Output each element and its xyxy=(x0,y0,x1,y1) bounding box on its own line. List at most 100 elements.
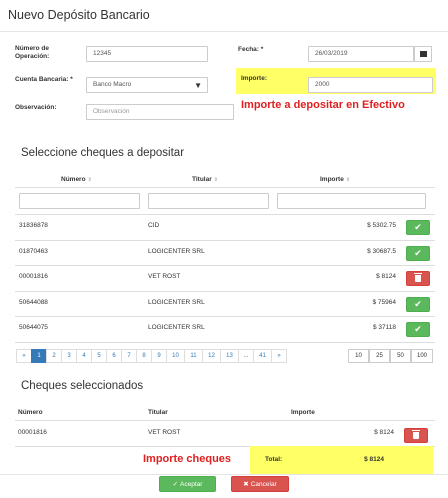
pagination-page-8[interactable]: 8 xyxy=(136,349,152,363)
cheque-importe: $ 37118 xyxy=(372,324,396,331)
filter-numero-input[interactable] xyxy=(19,193,140,209)
filter-importe-input[interactable] xyxy=(277,193,426,209)
remove-cheque-button[interactable] xyxy=(406,271,430,286)
pagination-page-5[interactable]: 5 xyxy=(91,349,107,363)
cheque-importe: $ 75964 xyxy=(372,298,397,306)
pagination-page-7[interactable]: 7 xyxy=(121,349,137,363)
pagination-page-13[interactable]: 13 xyxy=(220,349,239,363)
note-cheques: Importe cheques xyxy=(143,453,232,465)
dialog-title: Nuevo Depósito Bancario xyxy=(8,8,150,22)
add-cheque-button[interactable]: ✔ xyxy=(406,245,430,261)
pagination-page-3[interactable]: 3 xyxy=(61,349,77,363)
cuenta-label: Cuenta Bancaria: * xyxy=(15,76,73,83)
cheque-numero: 50644075 xyxy=(19,324,48,331)
col-header-importe-label: Importe xyxy=(320,176,344,183)
col-header-importe[interactable]: Importe ⇕ xyxy=(320,176,350,183)
sel-col-header-numero: Número xyxy=(18,409,43,416)
sort-icon: ⇕ xyxy=(87,177,92,183)
cheque-numero: 31836878 xyxy=(19,222,48,229)
sort-icon: ⇕ xyxy=(345,177,351,183)
cheque-titular: LOGICENTER SRL xyxy=(148,324,205,331)
pagination-page-1[interactable]: 1 xyxy=(31,349,47,363)
pagination-page-11[interactable]: 11 xyxy=(184,349,203,363)
numero-label: Número de Operación: xyxy=(15,45,50,60)
title-divider xyxy=(0,31,448,32)
close-icon: ✖ xyxy=(243,481,249,488)
pagination-prev[interactable]: « xyxy=(16,349,32,363)
caret-down-icon: ▼ xyxy=(194,81,202,90)
observacion-label: Observación: xyxy=(15,104,57,111)
col-header-titular-label: Titular xyxy=(192,176,212,183)
calendar-icon xyxy=(419,51,427,57)
cheque-numero: 00001816 xyxy=(19,273,48,280)
cheques-section-title: Seleccione cheques a depositar xyxy=(21,147,185,159)
add-cheque-button[interactable]: ✔ xyxy=(406,296,430,312)
check-icon: ✔ xyxy=(414,298,422,309)
pagination-page-41[interactable]: 41 xyxy=(253,349,272,363)
page-size-10[interactable]: 10 xyxy=(348,349,369,363)
check-icon: ✔ xyxy=(414,324,422,334)
table-row: 01870463 LOGICENTER SRL $ 30687.5 ✔ xyxy=(15,241,435,266)
cuenta-select-value: Banco Macro xyxy=(93,81,132,88)
cheque-numero: 50644088 xyxy=(19,298,48,306)
selected-section-title: Cheques seleccionados xyxy=(21,380,144,392)
importe-label: Importe: xyxy=(241,75,267,82)
observacion-placeholder: Observación xyxy=(93,108,130,115)
cheque-importe: $ 8124 xyxy=(376,273,396,280)
row-divider xyxy=(15,341,435,343)
importe-input[interactable]: 2000 xyxy=(308,77,433,93)
check-icon: ✔ xyxy=(414,222,422,232)
add-cheque-button[interactable]: ✔ xyxy=(406,322,430,337)
page-size-100[interactable]: 100 xyxy=(411,349,433,363)
sel-row-numero: 00001816 xyxy=(18,429,47,436)
pagination-page-12[interactable]: 12 xyxy=(202,349,221,363)
cancel-button[interactable]: ✖ Cancelar xyxy=(231,476,289,492)
pagination-page-2[interactable]: 2 xyxy=(46,349,62,363)
note-efectivo: Importe a depositar en Efectivo xyxy=(241,99,405,111)
accept-button-label: Aceptar xyxy=(180,480,203,488)
cuenta-select[interactable]: Banco Macro ▼ xyxy=(86,77,208,93)
cheque-titular: LOGICENTER SRL xyxy=(148,298,205,306)
sel-col-header-importe: Importe xyxy=(291,409,315,416)
add-cheque-button[interactable]: ✔ xyxy=(406,220,430,235)
sel-row-importe: $ 8124 xyxy=(374,429,394,436)
pagination-page-ellipsis: ... xyxy=(238,349,254,363)
pagination-page-4[interactable]: 4 xyxy=(76,349,92,363)
table-row: 31836878 CID $ 5302.75 ✔ xyxy=(15,215,435,241)
table-divider xyxy=(15,187,435,188)
page-size-50[interactable]: 50 xyxy=(390,349,411,363)
cheque-titular: CID xyxy=(148,222,160,229)
fecha-input[interactable]: 26/03/2019 xyxy=(308,46,414,62)
col-header-numero[interactable]: Número ⇕ xyxy=(61,176,92,183)
sel-row-titular: VET ROST xyxy=(148,429,181,436)
page-size-25[interactable]: 25 xyxy=(369,349,390,363)
cheque-titular: LOGICENTER SRL xyxy=(148,247,205,255)
cheque-importe: $ 5302.75 xyxy=(367,222,396,229)
pagination-page-6[interactable]: 6 xyxy=(106,349,122,363)
observacion-input[interactable]: Observación xyxy=(86,104,234,120)
col-header-titular[interactable]: Titular ⇕ xyxy=(192,176,218,183)
filter-titular-input[interactable] xyxy=(148,193,269,209)
cheque-numero: 01870463 xyxy=(19,247,48,255)
total-value: $ 8124 xyxy=(364,456,384,463)
pagination-next[interactable]: » xyxy=(271,349,287,363)
cheque-titular: VET ROST xyxy=(148,273,181,280)
fecha-label: Fecha: * xyxy=(238,46,264,53)
pagination-page-10[interactable]: 10 xyxy=(166,349,185,363)
accept-button[interactable]: ✓ Aceptar xyxy=(159,476,216,492)
trash-icon xyxy=(412,430,420,439)
check-icon: ✓ xyxy=(172,481,179,488)
table-row: 50644075 LOGICENTER SRL $ 37118 ✔ xyxy=(15,317,435,343)
trash-icon xyxy=(414,273,422,282)
table-row: 00001816 VET ROST $ 8124 xyxy=(15,266,435,292)
sel-col-header-titular: Titular xyxy=(148,409,168,416)
calendar-button[interactable] xyxy=(414,46,432,62)
pagination-page-9[interactable]: 9 xyxy=(151,349,167,363)
cheque-importe: $ 30687.5 xyxy=(367,247,396,255)
total-label: Total: xyxy=(265,456,283,463)
remove-selected-button[interactable] xyxy=(404,428,428,443)
table-divider xyxy=(15,420,435,421)
sort-icon: ⇕ xyxy=(213,177,218,183)
numero-input[interactable]: 12345 xyxy=(86,46,208,62)
footer-divider xyxy=(0,474,448,475)
